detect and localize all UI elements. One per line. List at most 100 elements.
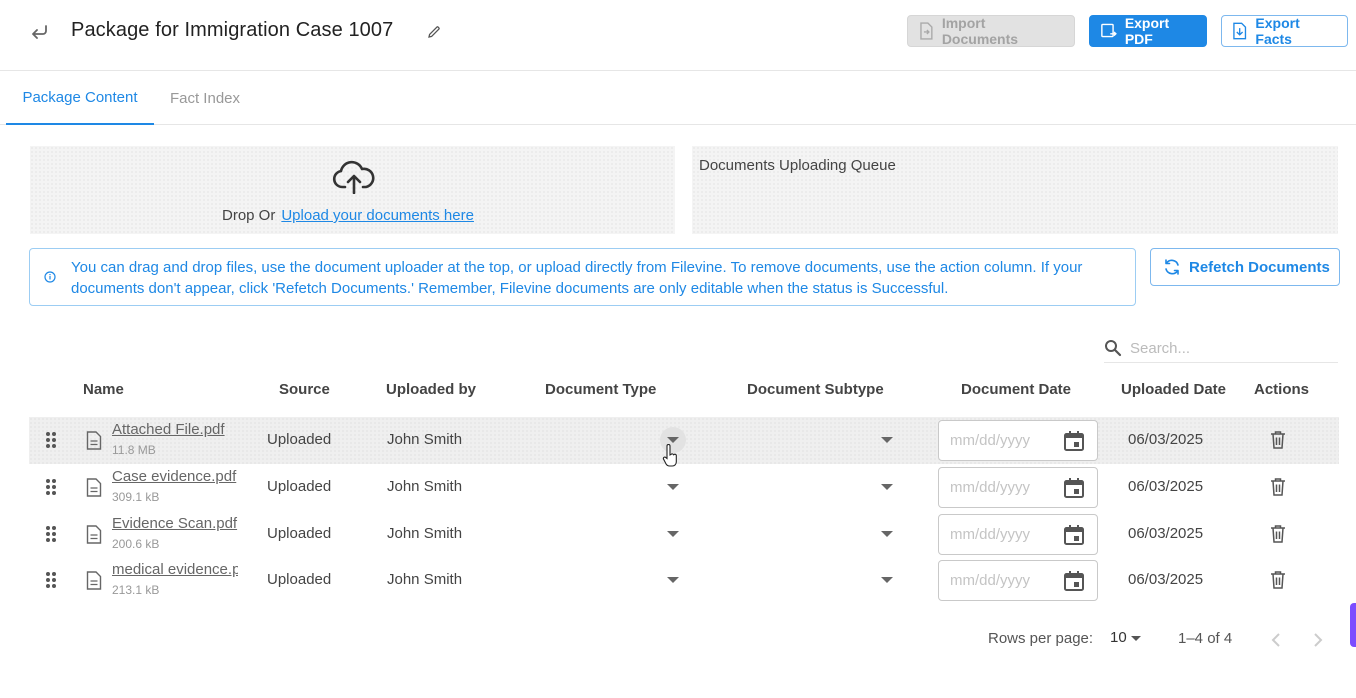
column-header-document-subtype[interactable]: Document Subtype (747, 381, 884, 398)
file-size: 200.6 kB (112, 537, 160, 551)
document-date-input[interactable]: mm/dd/yyyy (938, 420, 1098, 461)
delete-icon[interactable] (1270, 430, 1286, 449)
hand-cursor-icon (662, 444, 677, 467)
refetch-documents-label: Refetch Documents (1189, 258, 1330, 276)
dropzone-text: Drop Or Upload your documents here (222, 207, 474, 224)
file-name-link[interactable]: Case evidence.pdf (112, 468, 238, 485)
drag-handle-icon[interactable] (45, 478, 57, 496)
document-subtype-dropdown[interactable] (881, 577, 893, 583)
info-icon (44, 270, 56, 283)
file-size: 213.1 kB (112, 583, 160, 597)
document-type-dropdown[interactable] (667, 484, 679, 490)
source-cell: Uploaded (267, 571, 332, 588)
document-icon (86, 478, 102, 497)
table-row[interactable]: Attached File.pdf 11.8 MB Uploaded John … (29, 417, 1339, 464)
uploaded-by-cell: John Smith (387, 478, 463, 495)
table-row[interactable]: Evidence Scan.pdf 200.6 kB Uploaded John… (29, 511, 1339, 558)
calendar-icon[interactable] (1063, 477, 1085, 499)
side-drawer-tab[interactable] (1350, 603, 1356, 647)
export-facts-button[interactable]: Export Facts (1221, 15, 1348, 47)
tab-bar: Package Content Fact Index (0, 71, 1356, 125)
uploaded-by-cell: John Smith (387, 525, 463, 542)
document-icon (86, 525, 102, 544)
document-subtype-dropdown[interactable] (881, 484, 893, 490)
delete-icon[interactable] (1270, 477, 1286, 496)
tab-fact-index[interactable]: Fact Index (154, 71, 256, 125)
date-placeholder: mm/dd/yyyy (950, 479, 1031, 496)
column-header-document-type[interactable]: Document Type (545, 381, 656, 398)
back-arrow-icon[interactable] (26, 20, 52, 44)
search-bar (1104, 334, 1338, 363)
import-documents-label: Import Documents (941, 15, 1019, 47)
document-date-input[interactable]: mm/dd/yyyy (938, 560, 1098, 601)
pagination-range: 1–4 of 4 (1178, 630, 1233, 647)
column-header-name[interactable]: Name (83, 381, 124, 398)
file-size: 11.8 MB (112, 443, 156, 457)
drag-handle-icon[interactable] (45, 431, 57, 449)
export-facts-label: Export Facts (1255, 15, 1300, 47)
delete-icon[interactable] (1270, 524, 1286, 543)
document-type-dropdown[interactable] (667, 577, 679, 583)
pencil-icon[interactable] (424, 22, 444, 42)
document-type-dropdown[interactable] (667, 437, 679, 443)
file-name-link[interactable]: Attached File.pdf (112, 421, 238, 438)
uploaded-by-cell: John Smith (387, 571, 463, 588)
rows-per-page-value: 10 (1110, 629, 1127, 646)
upload-documents-link[interactable]: Upload your documents here (281, 207, 474, 224)
chevron-left-icon (1271, 633, 1280, 647)
date-placeholder: mm/dd/yyyy (950, 432, 1031, 449)
uploaded-date-cell: 06/03/2025 (1128, 571, 1204, 588)
dropzone-prefix: Drop Or (222, 207, 276, 224)
search-icon (1105, 340, 1122, 357)
column-header-uploaded-date[interactable]: Uploaded Date (1121, 381, 1226, 398)
next-page-button[interactable] (1310, 630, 1326, 650)
import-file-icon (920, 22, 933, 40)
page-title: Package for Immigration Case 1007 (71, 19, 394, 41)
source-cell: Uploaded (267, 525, 332, 542)
chevron-right-icon (1314, 633, 1323, 647)
table-row[interactable]: medical evidence.pdf 213.1 kB Uploaded J… (29, 557, 1339, 604)
export-pdf-button[interactable]: Export PDF (1089, 15, 1207, 47)
info-text: You can drag and drop files, use the doc… (71, 259, 1083, 297)
uploaded-date-cell: 06/03/2025 (1128, 525, 1204, 542)
cloud-upload-icon (332, 160, 376, 195)
file-size: 309.1 kB (112, 490, 160, 504)
calendar-icon[interactable] (1063, 570, 1085, 592)
previous-page-button[interactable] (1268, 630, 1284, 650)
rows-per-page-label: Rows per page: (988, 630, 1094, 647)
export-pdf-icon (1101, 23, 1117, 38)
import-documents-button[interactable]: Import Documents (907, 15, 1075, 47)
document-type-dropdown[interactable] (667, 531, 679, 537)
document-date-input[interactable]: mm/dd/yyyy (938, 467, 1098, 508)
column-header-uploaded-by[interactable]: Uploaded by (386, 381, 476, 398)
delete-icon[interactable] (1270, 570, 1286, 589)
search-input[interactable] (1130, 339, 1330, 357)
uploaded-date-cell: 06/03/2025 (1128, 478, 1204, 495)
table-row[interactable]: Case evidence.pdf 309.1 kB Uploaded John… (29, 464, 1339, 511)
source-cell: Uploaded (267, 431, 332, 448)
caret-down-icon (1130, 636, 1141, 641)
document-subtype-dropdown[interactable] (881, 531, 893, 537)
export-pdf-label: Export PDF (1124, 15, 1170, 47)
export-facts-icon (1233, 22, 1247, 40)
drag-handle-icon[interactable] (45, 525, 57, 543)
calendar-icon[interactable] (1063, 430, 1085, 452)
source-cell: Uploaded (267, 478, 332, 495)
column-header-document-date[interactable]: Document Date (961, 381, 1071, 398)
drag-handle-icon[interactable] (45, 571, 57, 589)
calendar-icon[interactable] (1063, 524, 1085, 546)
rows-per-page-select[interactable]: 10 (1110, 629, 1141, 646)
refetch-documents-button[interactable]: Refetch Documents (1150, 248, 1340, 286)
uploaded-date-cell: 06/03/2025 (1128, 431, 1204, 448)
date-placeholder: mm/dd/yyyy (950, 526, 1031, 543)
document-date-input[interactable]: mm/dd/yyyy (938, 514, 1098, 555)
document-subtype-dropdown[interactable] (881, 437, 893, 443)
column-header-source[interactable]: Source (279, 381, 330, 398)
upload-queue-title: Documents Uploading Queue (699, 157, 896, 174)
page-header: Package for Immigration Case 1007 Import… (0, 0, 1356, 71)
file-name-link[interactable]: Evidence Scan.pdf (112, 515, 238, 532)
uploaded-by-cell: John Smith (387, 431, 463, 448)
file-name-link[interactable]: medical evidence.pdf (112, 561, 238, 578)
tab-package-content[interactable]: Package Content (6, 71, 154, 125)
date-placeholder: mm/dd/yyyy (950, 572, 1031, 589)
